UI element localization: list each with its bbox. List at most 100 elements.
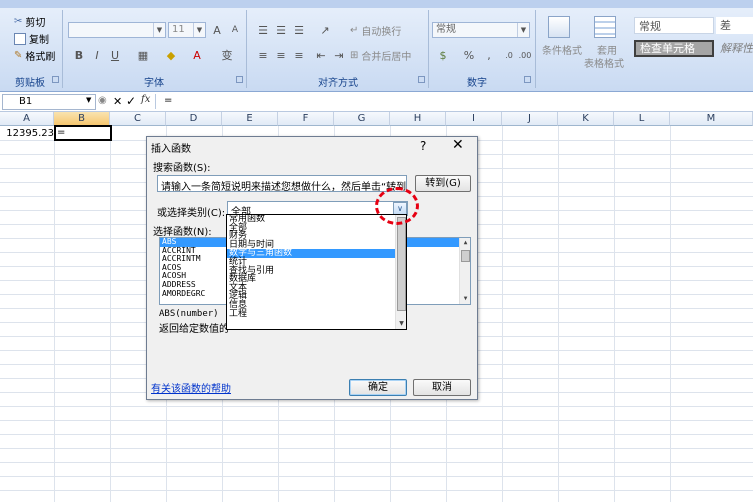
search-label: 搜索函数(S): [153, 163, 211, 174]
grow-font-icon[interactable]: A [208, 22, 226, 38]
decrease-indent-icon[interactable]: ⇤ [312, 47, 330, 63]
font-group-label: 字体 [144, 78, 164, 89]
scroll-thumb[interactable] [397, 217, 406, 311]
table-format-icon[interactable] [594, 16, 616, 38]
category-option[interactable]: 数据库 [227, 275, 406, 284]
clipboard-launcher-icon[interactable] [52, 76, 59, 83]
style-normal[interactable]: 常规 [634, 17, 714, 34]
scroll-down-icon[interactable]: ▼ [396, 319, 406, 329]
category-option[interactable]: 工程 [227, 309, 406, 319]
fx-icon[interactable]: fx [141, 94, 150, 105]
scroll-down-icon[interactable]: ▼ [460, 294, 470, 304]
scroll-thumb[interactable] [461, 250, 470, 262]
style-check-cell[interactable]: 检查单元格 [634, 40, 714, 57]
percent-button[interactable]: % [460, 47, 478, 63]
bold-button[interactable]: B [70, 47, 88, 63]
column-header-c[interactable]: C [110, 112, 166, 126]
font-name-combo[interactable]: ▼ [68, 22, 166, 38]
merge-icon: ⊞ [350, 50, 359, 61]
ok-button[interactable]: 确定 [349, 379, 407, 396]
align-top-icon[interactable]: ☰ [254, 22, 272, 38]
align-center-icon[interactable]: ≡ [272, 47, 290, 63]
column-header-m[interactable]: M [670, 112, 753, 126]
annotation-circle [375, 187, 419, 225]
cut-button[interactable]: ✂ 剪切 [14, 14, 45, 29]
underline-button[interactable]: U [106, 47, 124, 63]
align-right-icon[interactable]: ≡ [290, 47, 308, 63]
chevron-down-icon: ▼ [153, 23, 165, 37]
cancel-icon[interactable]: ✕ [113, 95, 122, 108]
align-bottom-icon[interactable]: ☰ [290, 22, 308, 38]
cell-b1[interactable]: = [54, 125, 112, 141]
category-option[interactable]: 信息 [227, 301, 406, 310]
column-header-h[interactable]: H [390, 112, 446, 126]
column-header-j[interactable]: J [502, 112, 558, 126]
increase-indent-icon[interactable]: ⇥ [330, 47, 348, 63]
ribbon: ✂ 剪切 复制 ✎ 格式刷 剪贴板 ▼ 11 ▼ A A B I U ▦ ◆ A… [0, 0, 753, 92]
column-header-d[interactable]: D [166, 112, 222, 126]
category-option[interactable]: 逻辑 [227, 292, 406, 301]
column-header-e[interactable]: E [222, 112, 278, 126]
font-size-combo[interactable]: 11 ▼ [168, 22, 206, 38]
column-header-k[interactable]: K [558, 112, 614, 126]
search-input[interactable]: 请输入一条简短说明来描述您想做什么，然后单击“转到” [157, 175, 407, 192]
number-format-combo[interactable]: 常规 ▼ [432, 22, 530, 38]
enter-icon[interactable]: ✓ [126, 94, 136, 108]
dialog-title: 插入函数 [151, 144, 191, 155]
font-color-button[interactable]: A [188, 47, 206, 63]
help-link[interactable]: 有关该函数的帮助 [151, 380, 231, 395]
category-option[interactable]: 文本 [227, 283, 406, 293]
ribbon-tabstrip [0, 0, 753, 8]
chevron-down-icon: ▼ [193, 23, 205, 37]
category-option[interactable]: 数学与三角函数 [227, 249, 406, 258]
column-header-l[interactable]: L [614, 112, 670, 126]
format-painter-button[interactable]: ✎ 格式刷 [14, 48, 55, 63]
merge-center-button[interactable]: ⊞ 合并后居中 [350, 48, 411, 63]
function-list-scrollbar[interactable]: ▲ ▼ [459, 238, 470, 304]
font-launcher-icon[interactable] [236, 76, 243, 83]
formula-bar: B1 ▼ ◉ ✕ ✓ fx = [0, 92, 753, 112]
table-format-button-line2[interactable]: 表格格式 [584, 55, 624, 70]
column-header-b[interactable]: B [54, 112, 110, 126]
wrap-text-button[interactable]: ↵ 自动换行 [350, 23, 401, 38]
change-case-button[interactable]: 变 [218, 47, 236, 63]
italic-button[interactable]: I [88, 47, 106, 63]
column-header-g[interactable]: G [334, 112, 390, 126]
style-bad[interactable]: 差 [716, 17, 753, 34]
goto-button[interactable]: 转到(G) [415, 175, 471, 192]
column-header-a[interactable]: A [0, 112, 54, 126]
orientation-icon[interactable]: ↗ [316, 22, 334, 38]
name-box[interactable]: B1 [2, 94, 96, 110]
close-icon[interactable]: ✕ [452, 137, 464, 153]
copy-button[interactable]: 复制 [14, 31, 49, 46]
category-dropdown-list[interactable]: 常用函数 全部 财务 日期与时间 数学与三角函数 统计 查找与引用 数据库 文本… [226, 214, 407, 330]
fill-color-icon[interactable]: ◆ [162, 47, 180, 63]
shrink-font-icon[interactable]: A [226, 22, 244, 38]
formula-input[interactable]: = [164, 95, 172, 106]
conditional-format-icon[interactable] [548, 16, 570, 38]
cancel-button[interactable]: 取消 [413, 379, 471, 396]
group-divider [535, 10, 536, 88]
number-launcher-icon[interactable] [524, 76, 531, 83]
align-middle-icon[interactable]: ☰ [272, 22, 290, 38]
column-header-f[interactable]: F [278, 112, 334, 126]
alignment-launcher-icon[interactable] [418, 76, 425, 83]
cell-a1[interactable]: 12395.23 [2, 127, 54, 140]
dropdown-scrollbar[interactable]: ▼ [395, 215, 406, 329]
comma-button[interactable]: , [480, 47, 498, 63]
category-option[interactable]: 全部 [227, 223, 406, 233]
group-divider [246, 10, 247, 88]
function-signature: ABS(number) [159, 309, 219, 319]
column-header-i[interactable]: I [446, 112, 502, 126]
chevron-down-icon: ▼ [517, 23, 529, 37]
copy-icon [14, 32, 26, 45]
help-icon[interactable]: ? [420, 139, 426, 153]
currency-icon[interactable]: $ [434, 47, 452, 63]
style-explanatory[interactable]: 解释性 [716, 40, 753, 57]
conditional-format-button[interactable]: 条件格式 [542, 42, 582, 57]
scroll-up-icon[interactable]: ▲ [460, 238, 470, 248]
chevron-down-icon[interactable]: ▼ [86, 96, 91, 104]
decrease-decimal-icon[interactable]: .00 [516, 47, 534, 63]
border-icon[interactable]: ▦ [134, 47, 152, 63]
align-left-icon[interactable]: ≡ [254, 47, 272, 63]
